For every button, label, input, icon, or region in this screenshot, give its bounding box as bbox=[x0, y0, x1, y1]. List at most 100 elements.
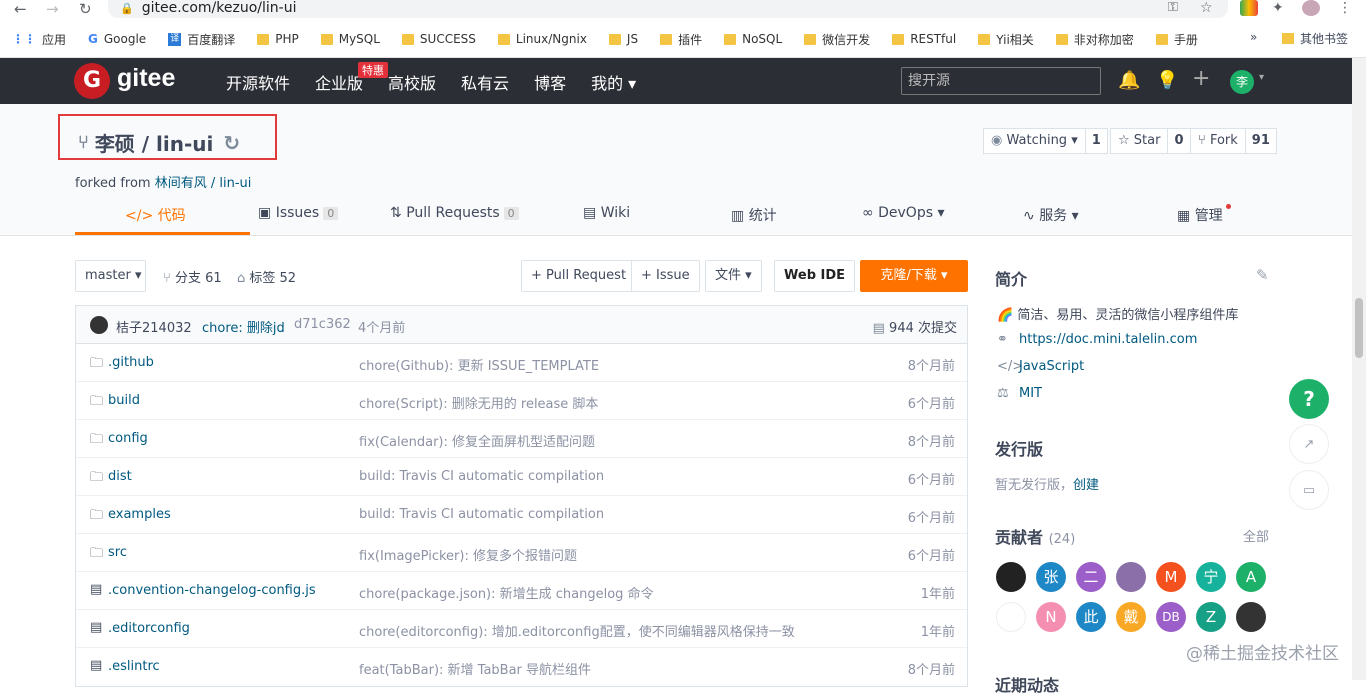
contributor-avatar[interactable]: M bbox=[1156, 562, 1186, 592]
table-row[interactable]: 🗀 src fix(ImagePicker): 修复多个报错问题 6个月前 bbox=[76, 534, 967, 572]
bookmark-other[interactable]: 其他书签 bbox=[1282, 30, 1348, 47]
sync-icon[interactable]: ↻ bbox=[223, 131, 240, 155]
new-issue-button[interactable]: + Issue bbox=[631, 260, 700, 292]
watching-button[interactable]: ◉ Watching ▾ bbox=[983, 128, 1086, 154]
user-avatar[interactable]: 李 bbox=[1230, 70, 1254, 94]
file-name[interactable]: config bbox=[108, 431, 148, 446]
contributor-avatar[interactable] bbox=[1236, 602, 1266, 632]
bookmark-google[interactable]: G Google bbox=[88, 28, 146, 50]
star-button[interactable]: ☆ Star bbox=[1110, 128, 1169, 154]
file-name[interactable]: .github bbox=[108, 355, 154, 370]
bulb-icon[interactable]: 💡 bbox=[1156, 70, 1178, 91]
file-commit-msg[interactable]: build: Travis CI automatic compilation bbox=[359, 469, 604, 484]
file-name[interactable]: .convention-changelog-config.js bbox=[108, 583, 316, 598]
fork-button[interactable]: ⑂ Fork bbox=[1190, 128, 1246, 154]
nav-blog[interactable]: 博客 bbox=[534, 70, 566, 94]
bookmark-baidu-translate[interactable]: 译百度翻译 bbox=[168, 28, 235, 50]
contributor-avatar[interactable]: A bbox=[1236, 562, 1266, 592]
edit-icon[interactable]: ✎ bbox=[1256, 266, 1269, 284]
contributor-avatar[interactable]: 戴 bbox=[1116, 602, 1146, 632]
nav-private-cloud[interactable]: 私有云 bbox=[461, 70, 509, 94]
tab-code[interactable]: </> 代码 bbox=[125, 205, 186, 225]
contributor-avatar[interactable]: 二 bbox=[1076, 562, 1106, 592]
commit-sha[interactable]: d71c362 bbox=[294, 317, 351, 332]
reload-icon[interactable]: ↻ bbox=[79, 0, 92, 18]
contributor-avatar[interactable] bbox=[1116, 562, 1146, 592]
web-ide-button[interactable]: Web IDE bbox=[774, 260, 856, 292]
back-icon[interactable]: ← bbox=[14, 0, 27, 18]
license-link[interactable]: MIT bbox=[1019, 386, 1042, 401]
tab-stats[interactable]: ▥ 统计 bbox=[731, 205, 777, 225]
tags-link[interactable]: ⌂ 标签 52 bbox=[237, 267, 296, 286]
file-commit-msg[interactable]: chore(editorconfig): 增加.editorconfig配置，使… bbox=[359, 621, 795, 640]
nav-enterprise[interactable]: 企业版 bbox=[315, 70, 363, 94]
bookmark-manual[interactable]: 手册 bbox=[1155, 28, 1198, 50]
file-name[interactable]: .eslintrc bbox=[108, 659, 160, 674]
file-name[interactable]: examples bbox=[108, 507, 171, 522]
fork-count[interactable]: 91 bbox=[1245, 128, 1277, 154]
bookmark-success[interactable]: SUCCESS bbox=[401, 28, 476, 50]
bookmarks-more[interactable]: » bbox=[1250, 30, 1257, 44]
file-menu-button[interactable]: 文件 ▾ bbox=[705, 260, 762, 292]
scrollbar[interactable] bbox=[1352, 58, 1366, 680]
brand-name[interactable]: gitee bbox=[117, 64, 175, 93]
star-icon[interactable]: ☆ bbox=[1200, 0, 1213, 16]
bookmark-mysql[interactable]: MySQL bbox=[320, 28, 380, 50]
table-row[interactable]: 🗀 build chore(Script): 删除无用的 release 脚本 6个月… bbox=[76, 382, 967, 420]
bookmark-wechat[interactable]: 微信开发 bbox=[804, 28, 870, 50]
forward-icon[interactable]: → bbox=[46, 0, 59, 18]
language-link[interactable]: JavaScript bbox=[1019, 359, 1084, 374]
table-row[interactable]: ▤ .convention-changelog-config.js chore(pa… bbox=[76, 572, 967, 610]
table-row[interactable]: 🗀 examples build: Travis CI automatic comp… bbox=[76, 496, 967, 534]
plus-icon[interactable]: + bbox=[1192, 66, 1210, 91]
profile-icon[interactable] bbox=[1302, 0, 1320, 16]
contributors-all-link[interactable]: 全部 bbox=[1243, 526, 1269, 545]
commit-message[interactable]: chore: 删除jd bbox=[202, 317, 285, 336]
contributor-avatar[interactable]: Z bbox=[1196, 602, 1226, 632]
branches-link[interactable]: ⑂ 分支 61 bbox=[163, 267, 222, 286]
watching-count[interactable]: 1 bbox=[1085, 128, 1108, 154]
bookmark-linux[interactable]: Linux/Ngnix bbox=[497, 28, 587, 50]
commit-author[interactable]: 桔子214032 bbox=[116, 317, 192, 336]
clone-download-button[interactable]: 克隆/下载 ▾ bbox=[860, 260, 968, 292]
bookmark-js[interactable]: JS bbox=[608, 28, 638, 50]
tab-services[interactable]: ∿ 服务 ▾ bbox=[1023, 205, 1079, 225]
key-icon[interactable]: ⚿ bbox=[1168, 0, 1178, 15]
bookmark-nosql[interactable]: NoSQL bbox=[724, 28, 782, 50]
contributor-avatar[interactable]: 此 bbox=[1076, 602, 1106, 632]
file-commit-msg[interactable]: chore(package.json): 新增生成 changelog 命令 bbox=[359, 583, 654, 602]
puzzle-icon[interactable]: ✦ bbox=[1272, 0, 1284, 16]
nav-mine[interactable]: 我的 ▾ bbox=[591, 70, 636, 94]
file-commit-msg[interactable]: build: Travis CI automatic compilation bbox=[359, 507, 604, 522]
bookmark-plugins[interactable]: 插件 bbox=[660, 28, 702, 50]
contributor-avatar[interactable]: N bbox=[1036, 602, 1066, 632]
file-commit-msg[interactable]: chore(Script): 删除无用的 release 脚本 bbox=[359, 393, 598, 412]
bookmark-yii[interactable]: Yii相关 bbox=[978, 28, 1034, 50]
contributor-avatar[interactable]: DB bbox=[1156, 602, 1186, 632]
tab-manage[interactable]: ▦ 管理 bbox=[1177, 205, 1223, 225]
contributor-avatar[interactable]: 宁 bbox=[1196, 562, 1226, 592]
gitee-logo-icon[interactable]: G bbox=[74, 63, 110, 99]
commit-total[interactable]: ▤ 944 次提交 bbox=[873, 317, 957, 336]
scrollbar-thumb[interactable] bbox=[1355, 298, 1363, 358]
new-pull-request-button[interactable]: + Pull Request bbox=[521, 260, 637, 292]
avatar[interactable] bbox=[90, 316, 108, 334]
table-row[interactable]: ▤ .editorconfig chore(editorconfig): 增加.ed… bbox=[76, 610, 967, 648]
tab-devops[interactable]: ∞ DevOps ▾ bbox=[862, 205, 944, 221]
address-bar[interactable]: 🔒 gitee.com/kezuo/lin-ui bbox=[108, 0, 1228, 18]
create-release-link[interactable]: 创建 bbox=[1073, 478, 1099, 493]
comment-icon[interactable]: ▭ bbox=[1289, 470, 1329, 510]
homepage-link[interactable]: https://doc.mini.talelin.com bbox=[1019, 332, 1197, 347]
tab-issues[interactable]: ▣ Issues 0 bbox=[258, 205, 339, 221]
contributor-avatar[interactable]: 张 bbox=[1036, 562, 1066, 592]
file-name[interactable]: .editorconfig bbox=[108, 621, 190, 636]
contributor-avatar[interactable] bbox=[996, 602, 1026, 632]
contributor-avatar[interactable] bbox=[996, 562, 1026, 592]
star-count[interactable]: 0 bbox=[1168, 128, 1191, 154]
file-commit-msg[interactable]: fix(ImagePicker): 修复多个报错问题 bbox=[359, 545, 577, 564]
help-button[interactable]: ? bbox=[1289, 379, 1329, 419]
repo-name[interactable]: 李硕 / lin-ui bbox=[95, 128, 214, 157]
table-row[interactable]: ▤ .eslintrc feat(TabBar): 新增 TabBar 导航栏组件 8… bbox=[76, 648, 967, 686]
chevron-down-icon[interactable]: ▾ bbox=[1259, 72, 1264, 83]
tab-wiki[interactable]: ▤ Wiki bbox=[583, 205, 630, 221]
